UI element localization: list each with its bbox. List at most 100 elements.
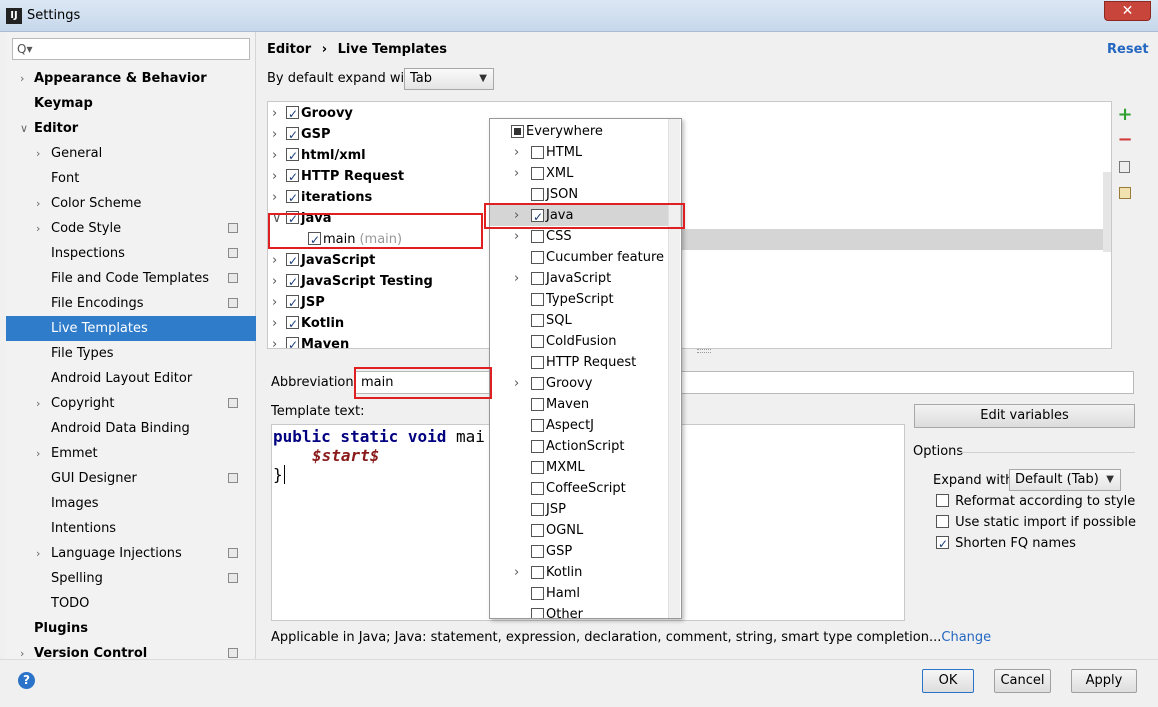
template-checkbox[interactable] [286,335,299,348]
context-checkbox[interactable] [531,566,544,579]
expand-default-select[interactable]: Tab ▼ [404,68,494,90]
context-item-groovy[interactable]: › Groovy [490,373,681,394]
chevron-right-icon[interactable]: › [514,373,519,394]
context-item-json[interactable]: JSON [490,184,681,205]
template-checkbox[interactable] [286,251,299,272]
context-item-cucumber-feature[interactable]: Cucumber feature [490,247,681,268]
context-checkbox[interactable] [531,524,544,537]
chevron-right-icon[interactable]: › [36,391,48,416]
template-checkbox[interactable] [286,272,299,293]
expand-with-select[interactable]: Default (Tab) ▼ [1009,469,1121,491]
context-item-aspectj[interactable]: AspectJ [490,415,681,436]
context-item-sql[interactable]: SQL [490,310,681,331]
remove-icon[interactable]: − [1117,131,1133,149]
sidebar-item-file-types[interactable]: File Types [6,341,256,366]
context-checkbox[interactable] [531,230,544,243]
splitter-handle[interactable] [697,349,711,353]
chevron-right-icon[interactable]: › [514,562,519,583]
sidebar-item-live-templates[interactable]: Live Templates [6,316,256,341]
sidebar-item-file-encodings[interactable]: File Encodings [6,291,256,316]
context-item-haml[interactable]: Haml [490,583,681,604]
sidebar-item-images[interactable]: Images [6,491,256,516]
chevron-right-icon[interactable]: › [272,145,286,166]
sidebar-item-language-injections[interactable]: › Language Injections [6,541,256,566]
context-item-everywhere[interactable]: Everywhere [490,121,681,142]
sidebar-item-general[interactable]: › General [6,141,256,166]
context-item-other[interactable]: Other [490,604,681,618]
chevron-right-icon[interactable]: › [514,268,519,289]
apply-button[interactable]: Apply [1071,669,1137,693]
context-checkbox[interactable] [531,545,544,558]
context-checkbox[interactable] [531,146,544,159]
sidebar-item-plugins[interactable]: Plugins [6,616,256,641]
sidebar-item-gui-designer[interactable]: GUI Designer [6,466,256,491]
context-item-kotlin[interactable]: › Kotlin [490,562,681,583]
chevron-right-icon[interactable]: › [272,334,286,348]
context-item-coffeescript[interactable]: CoffeeScript [490,478,681,499]
context-item-css[interactable]: › CSS [490,226,681,247]
context-checkbox[interactable] [531,440,544,453]
context-item-javascript[interactable]: › JavaScript [490,268,681,289]
templates-scrollbar[interactable] [1103,172,1111,252]
context-checkbox[interactable] [531,377,544,390]
context-item-jsp[interactable]: JSP [490,499,681,520]
popup-scrollbar[interactable] [668,119,680,618]
context-item-maven[interactable]: Maven [490,394,681,415]
template-group[interactable]: › GSP [272,124,331,146]
context-checkbox[interactable] [531,482,544,495]
template-group[interactable]: › JavaScript Testing [272,271,433,293]
sidebar-item-android-data-binding[interactable]: Android Data Binding [6,416,256,441]
change-context-link[interactable]: Change [941,630,991,645]
static-import-checkbox[interactable] [936,515,949,528]
reformat-checkbox[interactable] [936,494,949,507]
sidebar-item-code-style[interactable]: › Code Style [6,216,256,241]
chevron-right-icon[interactable]: › [36,441,48,466]
chevron-right-icon[interactable]: › [272,187,286,208]
edit-variables-button[interactable]: Edit variables [914,404,1135,428]
chevron-right-icon[interactable]: › [514,142,519,163]
sidebar-item-intentions[interactable]: Intentions [6,516,256,541]
context-checkbox[interactable] [531,356,544,369]
context-checkbox[interactable] [531,419,544,432]
chevron-right-icon[interactable]: › [514,226,519,247]
template-icon[interactable] [1117,185,1133,201]
chevron-right-icon[interactable]: › [272,103,286,124]
context-checkbox[interactable] [531,293,544,306]
template-group[interactable]: › iterations [272,187,372,209]
template-group[interactable]: › Maven [272,334,349,348]
chevron-right-icon[interactable]: › [272,313,286,334]
sidebar-item-emmet[interactable]: › Emmet [6,441,256,466]
chevron-right-icon[interactable]: › [20,66,32,91]
context-item-typescript[interactable]: TypeScript [490,289,681,310]
template-group[interactable]: › Groovy [272,103,353,125]
chevron-right-icon[interactable]: › [36,216,48,241]
context-item-html[interactable]: › HTML [490,142,681,163]
context-item-actionscript[interactable]: ActionScript [490,436,681,457]
sidebar-item-todo[interactable]: TODO [6,591,256,616]
template-checkbox[interactable] [286,314,299,335]
context-checkbox[interactable] [511,125,524,138]
chevron-right-icon[interactable]: › [36,141,48,166]
context-checkbox[interactable] [531,314,544,327]
chevron-right-icon[interactable]: › [272,250,286,271]
template-group[interactable]: › html/xml [272,145,366,167]
sidebar-item-android-layout-editor[interactable]: Android Layout Editor [6,366,256,391]
sidebar-item-appearance-behavior[interactable]: › Appearance & Behavior [6,66,256,91]
chevron-down-icon[interactable]: ∨ [20,116,32,141]
sidebar-item-font[interactable]: Font [6,166,256,191]
static-import-option[interactable]: Use static import if possible [936,513,1136,533]
context-item-coldfusion[interactable]: ColdFusion [490,331,681,352]
chevron-right-icon[interactable]: › [36,541,48,566]
template-checkbox[interactable] [286,104,299,125]
chevron-right-icon[interactable]: › [272,292,286,313]
chevron-right-icon[interactable]: › [272,166,286,187]
template-group[interactable]: › JavaScript [272,250,375,272]
chevron-right-icon[interactable]: › [514,163,519,184]
close-button[interactable]: ✕ [1104,1,1151,21]
context-item-xml[interactable]: › XML [490,163,681,184]
template-group[interactable]: › HTTP Request [272,166,404,188]
sidebar-item-color-scheme[interactable]: › Color Scheme [6,191,256,216]
help-icon[interactable]: ? [18,672,35,689]
context-checkbox[interactable] [531,335,544,348]
chevron-right-icon[interactable]: › [272,124,286,145]
